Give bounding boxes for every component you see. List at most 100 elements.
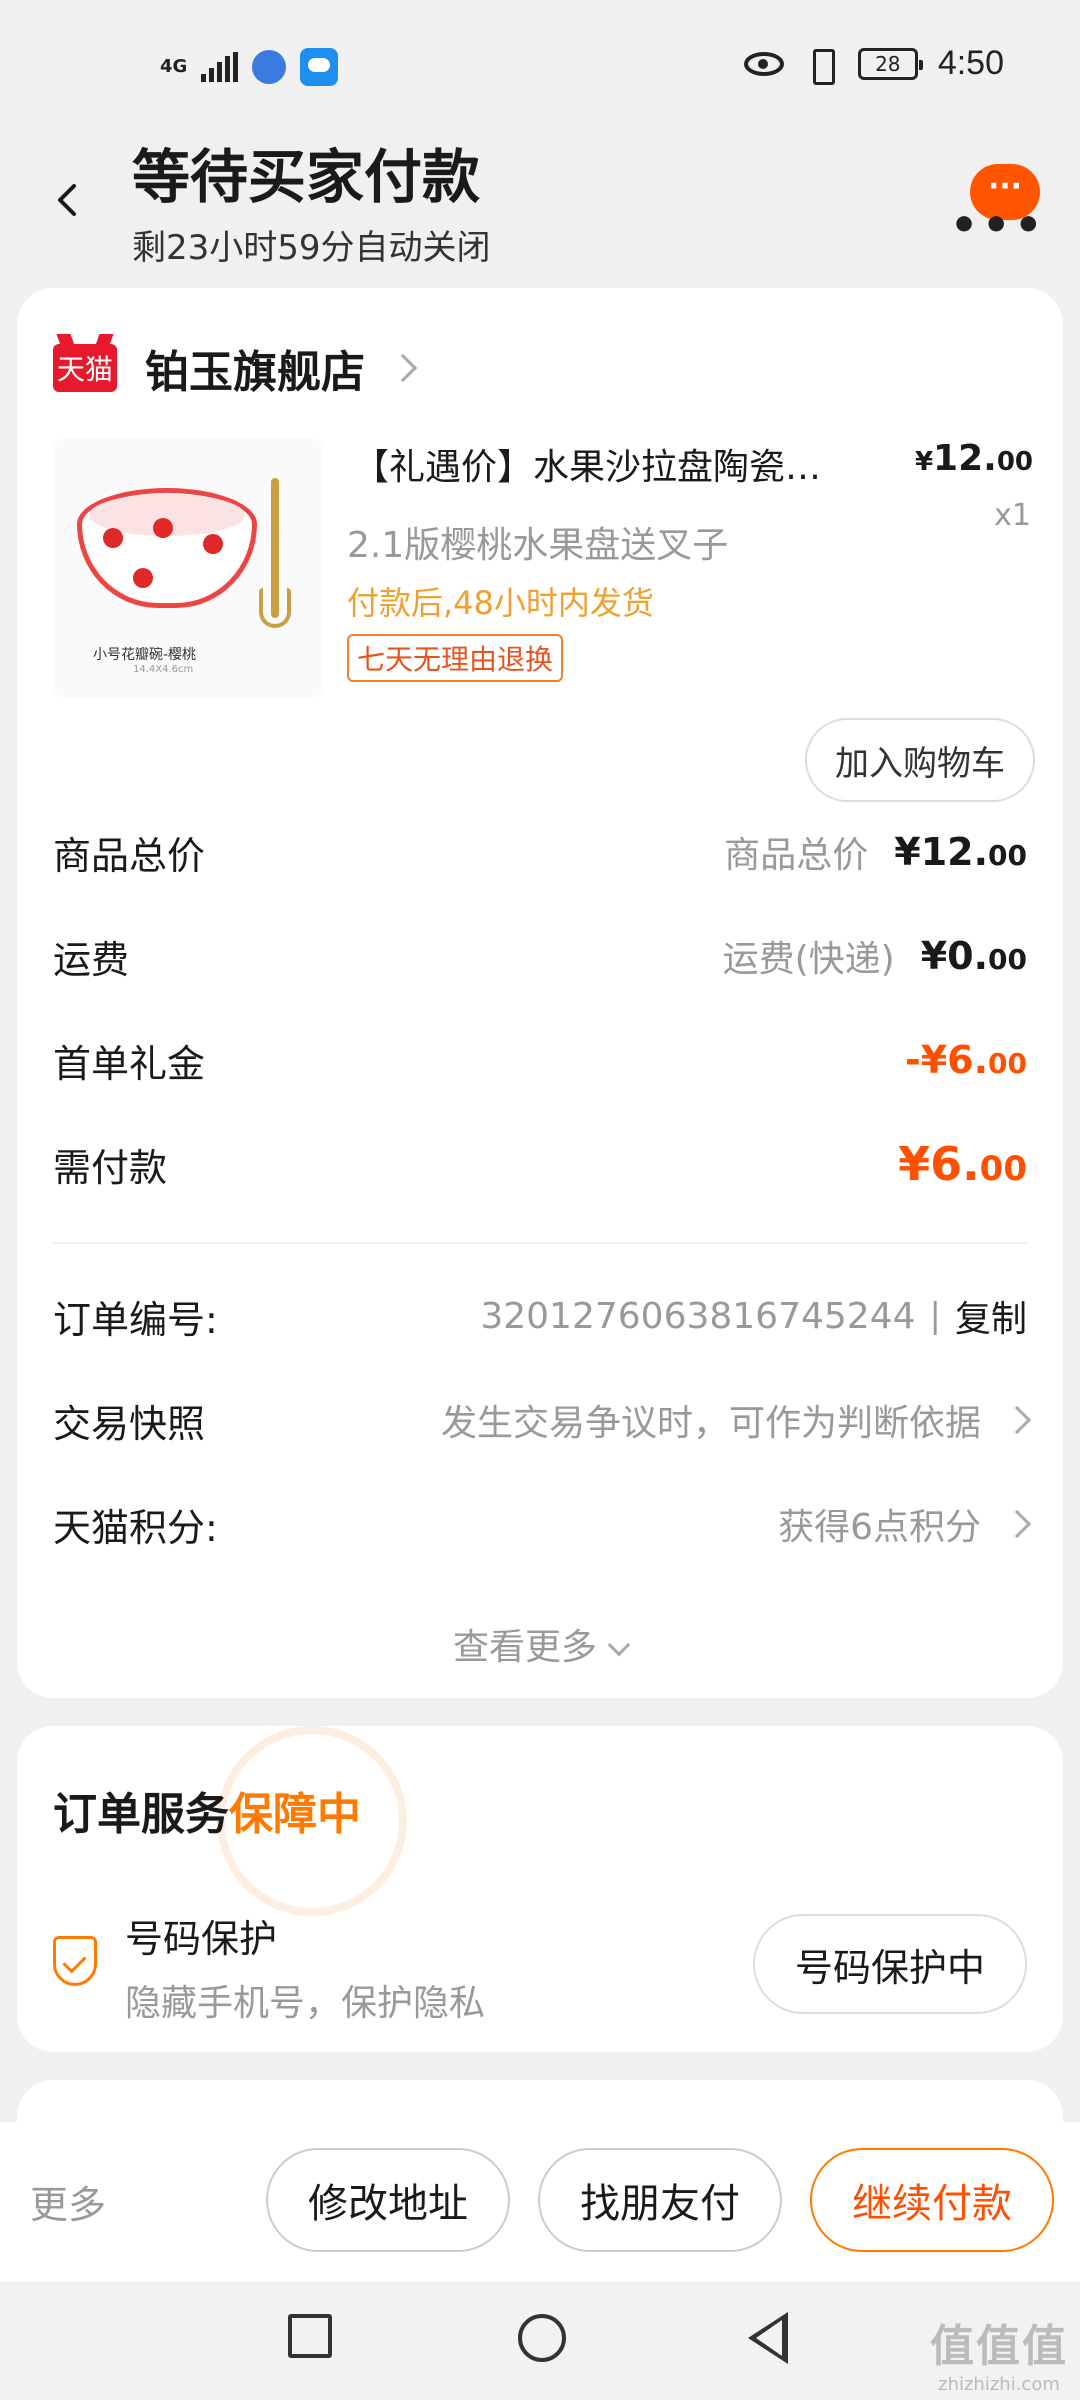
- image-size: 14.4X4.6cm: [133, 664, 194, 675]
- divider: [53, 1242, 1027, 1244]
- bottom-action-bar: 更多 修改地址 找朋友付 继续付款: [0, 2122, 1080, 2282]
- continue-payment-button[interactable]: 继续付款: [810, 2148, 1054, 2252]
- page-title: 等待买家付款: [132, 143, 481, 211]
- cherry-dot: [153, 518, 173, 538]
- fork-head: [259, 588, 291, 628]
- status-left: 4G: [160, 48, 339, 86]
- points-value: 获得6点积分: [778, 1507, 981, 1548]
- separator: |: [929, 1296, 941, 1336]
- return-policy-tag: 七天无理由退换: [347, 634, 564, 682]
- battery-level: 28: [875, 51, 901, 76]
- battery-icon: 28: [857, 47, 923, 80]
- system-nav-bar: 值值值 zhizhizhi.com: [0, 2282, 1080, 2400]
- status-bar: 4G 28 4:50: [0, 0, 1080, 130]
- weather-app-icon: [300, 48, 339, 86]
- image-caption: 小号花瓣碗-樱桃: [93, 647, 197, 663]
- shipping-fee-dec: 00: [988, 943, 1027, 976]
- more-actions-button[interactable]: 更多: [30, 2174, 106, 2229]
- friend-pay-button[interactable]: 找朋友付: [538, 2148, 782, 2252]
- back-triangle-icon[interactable]: [748, 2312, 788, 2364]
- order-number-label: 订单编号:: [53, 1297, 218, 1342]
- snapshot-value: 发生交易争议时，可作为判断依据: [440, 1403, 981, 1444]
- see-more-button[interactable]: 查看更多: [17, 1618, 1063, 1670]
- eye-icon: [743, 51, 784, 76]
- first-order-gift-amount: -¥6.00: [905, 1038, 1027, 1082]
- snapshot-label: 交易快照: [53, 1401, 206, 1446]
- watermark-url: zhizhizhi.com: [938, 2374, 1060, 2395]
- number-protection-desc: 隐藏手机号，保护隐私: [125, 1983, 486, 2024]
- recents-icon[interactable]: [288, 2314, 332, 2358]
- shipping-promise: 付款后,48小时内发货: [347, 584, 654, 622]
- payable-label: 需付款: [53, 1145, 168, 1190]
- service-title-highlight: 保障中: [229, 1789, 361, 1840]
- payable-int: ¥6.: [898, 1137, 980, 1191]
- shipping-fee-int: ¥0.: [920, 934, 989, 978]
- order-service-card: 订单服务保障中 号码保护 隐藏手机号，保护隐私 号码保护中: [17, 1726, 1063, 2052]
- vibrate-icon: [804, 47, 838, 85]
- goods-total-int: ¥12.: [894, 830, 989, 874]
- more-menu-button[interactable]: ··· •••: [950, 160, 1042, 248]
- goods-total-label: 商品总价: [53, 833, 206, 878]
- chevron-right-icon: [1002, 1405, 1032, 1435]
- cherry-dot: [103, 528, 123, 548]
- points-row[interactable]: 天猫积分: 获得6点积分: [53, 1494, 1032, 1554]
- price-int: 12.: [933, 438, 997, 479]
- snapshot-row[interactable]: 交易快照 发生交易争议时，可作为判断依据: [53, 1390, 1032, 1450]
- shipping-fee-hint: 运费(快递): [722, 939, 895, 980]
- first-order-gift-row: 首单礼金 -¥6.00: [53, 1030, 1027, 1090]
- service-title: 订单服务保障中: [53, 1778, 361, 1842]
- order-number-row: 订单编号: 3201276063816745244 | 复制: [53, 1286, 1027, 1346]
- store-link[interactable]: 天猫 铂玉旗舰店: [53, 336, 418, 400]
- copy-button[interactable]: 复制: [955, 1290, 1027, 1342]
- gift-dec: 00: [988, 1047, 1027, 1080]
- back-icon[interactable]: [48, 180, 88, 220]
- service-title-main: 订单服务: [53, 1789, 229, 1840]
- home-icon[interactable]: [518, 2314, 566, 2362]
- payable-dec: 00: [979, 1149, 1027, 1189]
- product-quantity: x1: [994, 498, 1031, 533]
- first-order-gift-label: 首单礼金: [53, 1041, 206, 1086]
- payable-amount: ¥6.00: [898, 1137, 1027, 1191]
- goods-total-dec: 00: [988, 839, 1027, 872]
- network-type: 4G: [160, 56, 188, 77]
- add-to-cart-button[interactable]: 加入购物车: [805, 718, 1035, 802]
- browser-app-icon: [252, 50, 287, 84]
- goods-total-amount: ¥12.00: [894, 830, 1027, 874]
- clock: 4:50: [937, 44, 1004, 82]
- shipping-fee-label: 运费: [53, 937, 130, 982]
- cherry-dot: [133, 568, 153, 588]
- gift-int: -¥6.: [904, 1038, 989, 1082]
- price-dec: 00: [996, 447, 1033, 477]
- product-spec: 2.1版樱桃水果盘送叉子: [347, 525, 729, 566]
- store-name[interactable]: 铂玉旗舰店: [145, 336, 365, 400]
- chevron-down-icon: [607, 1633, 631, 1657]
- modify-address-button[interactable]: 修改地址: [266, 2148, 510, 2252]
- number-protection-title: 号码保护: [125, 1917, 278, 1961]
- payable-row: 需付款 ¥6.00: [53, 1134, 1027, 1194]
- signal-icon: [201, 52, 239, 82]
- goods-total-hint: 商品总价: [724, 835, 869, 876]
- shipping-fee-amount: ¥0.00: [921, 934, 1027, 978]
- status-right: 28 4:50: [743, 44, 1004, 85]
- more-dots-icon[interactable]: •••: [950, 204, 1046, 248]
- order-number: 3201276063816745244: [480, 1295, 916, 1337]
- auto-close-countdown: 剩23小时59分自动关闭: [132, 228, 491, 268]
- shield-icon: [53, 1936, 97, 1986]
- price-symbol: ¥: [914, 447, 934, 477]
- chevron-right-icon: [388, 353, 418, 383]
- product-image[interactable]: 小号花瓣碗-樱桃 14.4X4.6cm: [53, 438, 323, 698]
- tmall-logo: 天猫: [53, 344, 117, 392]
- see-more-label: 查看更多: [452, 1627, 597, 1668]
- shipping-fee-row: 运费 运费(快递) ¥0.00: [53, 926, 1027, 986]
- watermark-logo: 值值值: [930, 2321, 1068, 2372]
- order-card: 天猫 铂玉旗舰店 小号花瓣碗-樱桃 14.4X4.6cm 【礼遇价】水果沙拉盘陶…: [17, 288, 1063, 1698]
- cherry-dot: [203, 534, 223, 554]
- chevron-right-icon: [1002, 1509, 1032, 1539]
- product-title[interactable]: 【礼遇价】水果沙拉盘陶瓷…: [353, 438, 893, 490]
- header: 等待买家付款 剩23小时59分自动关闭 ··· •••: [0, 130, 1080, 280]
- watermark: 值值值 zhizhizhi.com: [930, 2310, 1068, 2395]
- points-label: 天猫积分:: [53, 1505, 218, 1550]
- product-price: ¥12.00: [915, 438, 1033, 479]
- number-protection-button[interactable]: 号码保护中: [753, 1914, 1027, 2014]
- goods-total-row: 商品总价 商品总价 ¥12.00: [53, 822, 1027, 882]
